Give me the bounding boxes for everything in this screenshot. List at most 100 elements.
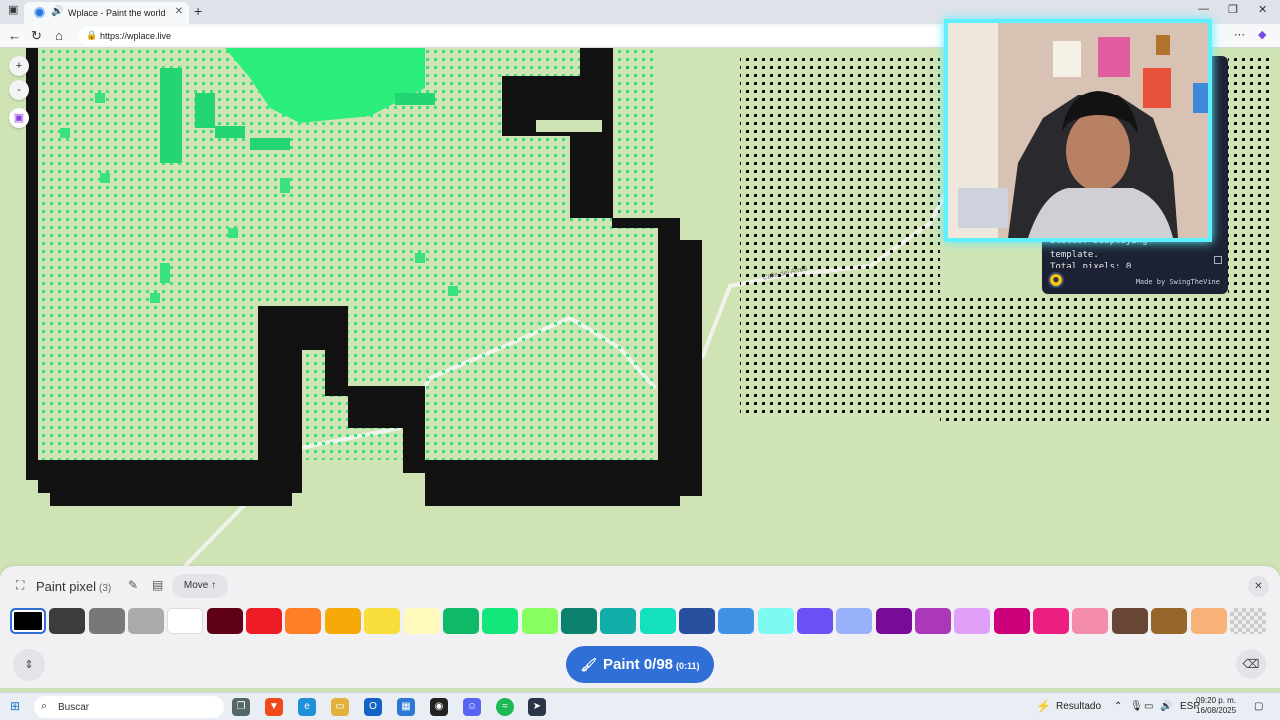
color-swatch[interactable] (167, 608, 204, 634)
close-window-button[interactable]: ✕ (1258, 3, 1267, 16)
url-field[interactable]: 🔒 https://wplace.live (78, 27, 944, 45)
volume-icon[interactable]: 🔊 (1160, 701, 1172, 712)
color-swatch[interactable] (49, 608, 86, 634)
color-swatch[interactable] (1190, 608, 1227, 634)
color-swatch[interactable] (128, 608, 165, 634)
brave-browser-icon[interactable]: ▼ (265, 698, 283, 716)
overlay-status-line: Total pixels: 0 (1050, 262, 1132, 272)
color-swatch[interactable] (1033, 608, 1070, 634)
color-swatch[interactable] (639, 608, 676, 634)
zoom-out-button[interactable]: - (9, 80, 29, 100)
clock-time: 09:20 p. m. (1196, 696, 1237, 705)
home-icon[interactable]: ⌂ (55, 28, 63, 43)
wplace-favicon-icon (34, 7, 45, 18)
webcam-overlay (944, 19, 1212, 242)
color-swatch[interactable] (246, 608, 283, 634)
discord-icon[interactable]: ☺ (463, 698, 481, 716)
color-swatch[interactable] (206, 608, 243, 634)
color-swatch[interactable] (1229, 608, 1266, 634)
twitch-icon[interactable]: ▣ (9, 108, 29, 128)
tab-close-icon[interactable]: ✕ (175, 6, 183, 17)
speaker-icon[interactable]: 🔊 (51, 6, 63, 17)
color-swatch[interactable] (757, 608, 794, 634)
search-icon: ⌕ (41, 700, 48, 712)
color-swatch[interactable] (836, 608, 873, 634)
color-swatch[interactable] (560, 608, 597, 634)
pixel-count: (3) (98, 583, 112, 594)
browser-tab[interactable]: 🔊 Wplace - Paint the world ✕ (24, 2, 189, 24)
paint-button[interactable]: 🖌 Paint 0/98 (0:11) (566, 646, 714, 683)
streamer-camera-image (948, 23, 1208, 238)
obs-icon[interactable]: ◉ (430, 698, 448, 716)
network-icon[interactable]: ▭ (1144, 701, 1153, 712)
fullscreen-icon[interactable]: ⛶ (16, 578, 24, 593)
sidebar-toggle-icon[interactable]: ▣ (8, 3, 18, 16)
overlay-status-line: template. (1050, 250, 1099, 260)
notification-icon[interactable]: ▢ (1254, 701, 1263, 712)
outlook-icon[interactable]: O (364, 698, 382, 716)
tab-title: Wplace - Paint the world (68, 8, 166, 18)
color-swatch[interactable] (285, 608, 322, 634)
color-swatch[interactable] (875, 608, 912, 634)
color-swatch[interactable] (993, 608, 1030, 634)
color-swatch[interactable] (442, 608, 479, 634)
paint-timer: (0:11) (676, 661, 700, 671)
more-options-icon[interactable]: ⋯ (1234, 28, 1245, 41)
overlay-resize-handle[interactable] (1214, 256, 1222, 264)
edit-icon[interactable]: ✎ (128, 578, 138, 592)
color-swatch[interactable] (954, 608, 991, 634)
color-swatch[interactable] (364, 608, 401, 634)
start-menu-icon[interactable]: ⊞ (10, 699, 20, 713)
app-icon[interactable]: ➤ (528, 698, 546, 716)
paint-label: Paint (602, 656, 640, 673)
color-swatch[interactable] (718, 608, 755, 634)
color-swatch[interactable] (600, 608, 637, 634)
windows-taskbar: ⊞ ⌕ Buscar ❐ ▼ e ▭ O ▦ ◉ ☺ ≈ ➤ ⚡ Resulta… (0, 692, 1280, 720)
minimize-button[interactable]: — (1198, 3, 1209, 15)
color-swatch[interactable] (915, 608, 952, 634)
droplet-coin-icon[interactable]: ● (1048, 272, 1064, 288)
tray-expand-icon[interactable]: ⌃ (1114, 701, 1122, 712)
close-panel-button[interactable]: ✕ (1248, 576, 1269, 597)
paint-panel-title: Paint pixel (3) (36, 579, 111, 594)
taskbar-search[interactable]: ⌕ Buscar (34, 696, 224, 718)
taskbar-clock[interactable]: 09:20 p. m. 16/08/2025 (1196, 696, 1236, 716)
microphone-icon[interactable]: 🎙 (1130, 701, 1143, 712)
color-swatch[interactable] (403, 608, 440, 634)
color-swatch[interactable] (521, 608, 558, 634)
lock-icon: 🔒 (86, 30, 98, 40)
paint-counter: 0/98 (643, 656, 674, 673)
copilot-icon[interactable]: ◆ (1258, 28, 1266, 41)
color-swatch[interactable] (1151, 608, 1188, 634)
color-swatch[interactable] (482, 608, 519, 634)
edge-browser-icon[interactable]: e (298, 698, 316, 716)
zoom-in-button[interactable]: + (9, 56, 29, 76)
move-button[interactable]: Move ↑ (172, 574, 228, 598)
paint-panel: ⛶ Paint pixel (3) ✎ ▤ Move ↑ ✕ ⇕ 🖌 Paint 0… (0, 566, 1280, 688)
search-placeholder: Buscar (58, 702, 90, 713)
clock-date: 16/08/2025 (1196, 706, 1237, 715)
weather-text[interactable]: Resultado (1056, 701, 1101, 712)
eraser-button[interactable]: ⌫ (1236, 649, 1266, 679)
color-swatch[interactable] (678, 608, 715, 634)
expand-panel-button[interactable]: ⇕ (13, 649, 45, 681)
task-view-icon[interactable]: ❐ (232, 698, 250, 716)
color-swatch[interactable] (797, 608, 833, 634)
color-swatch[interactable] (10, 608, 46, 634)
maximize-button[interactable]: ❐ (1228, 3, 1238, 16)
file-explorer-icon[interactable]: ▭ (331, 698, 349, 716)
paint-title-text: Paint pixel (36, 579, 96, 594)
brush-icon: 🖌 (580, 657, 597, 672)
store-icon[interactable]: ▦ (397, 698, 415, 716)
weather-alert-icon[interactable]: ⚡ (1036, 699, 1051, 713)
reload-icon[interactable]: ↻ (31, 28, 42, 44)
color-swatch[interactable] (88, 608, 125, 634)
back-icon[interactable]: ← (8, 28, 21, 43)
overlay-credit: Made by SwingTheVine (1135, 278, 1220, 286)
spotify-icon[interactable]: ≈ (496, 698, 514, 716)
color-swatch[interactable] (1072, 608, 1109, 634)
palette-list-icon[interactable]: ▤ (152, 578, 163, 592)
color-swatch[interactable] (1111, 608, 1148, 634)
color-swatch[interactable] (324, 608, 361, 634)
new-tab-button[interactable]: + (194, 3, 202, 19)
